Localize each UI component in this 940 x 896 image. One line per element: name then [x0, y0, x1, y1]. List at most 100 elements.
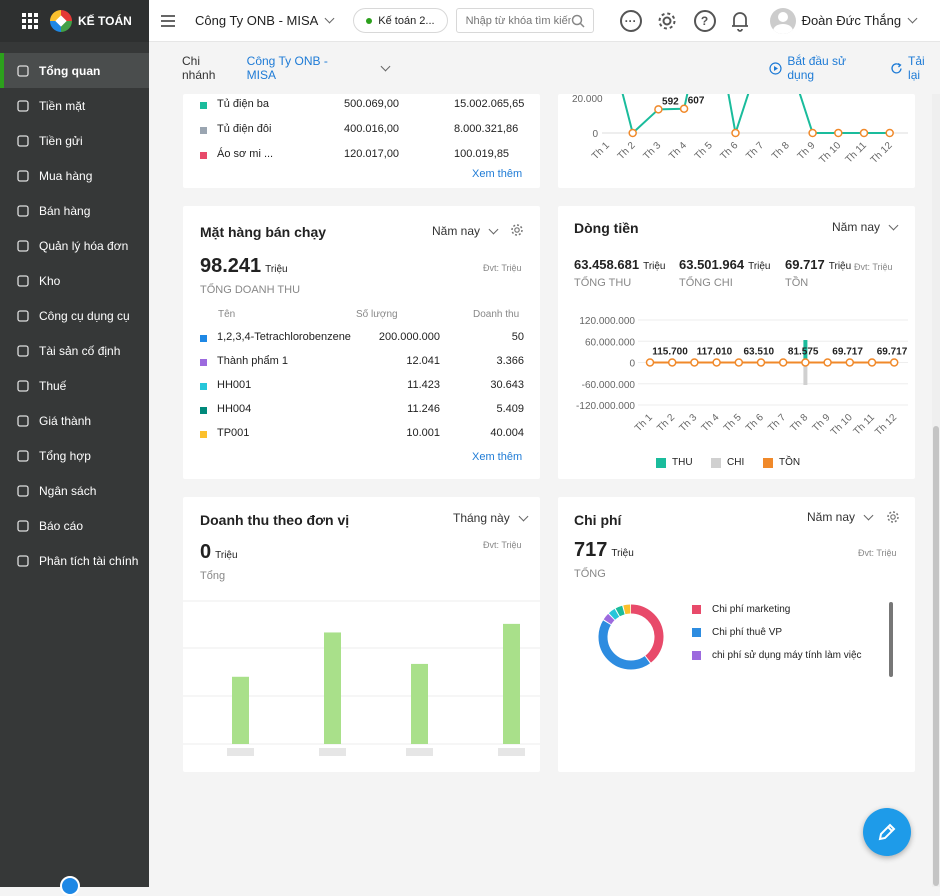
edit-fab-button[interactable]	[863, 808, 911, 856]
period-label: Năm nay	[832, 220, 880, 234]
sidebar-item-label: Giá thành	[39, 414, 91, 428]
best-sellers-card: Mặt hàng bán chạy Năm nay Đvt: Triệu 98.…	[183, 206, 540, 479]
user-menu-chevron-icon[interactable]	[908, 14, 918, 24]
sidebar-item-12[interactable]: Ngân sách	[0, 473, 149, 508]
legend-swatch	[200, 127, 207, 134]
ton-point	[758, 359, 765, 366]
analytics-icon	[16, 554, 30, 568]
see-more-link[interactable]: Xem thêm	[472, 451, 522, 463]
sidebar-item-label: Tổng hợp	[39, 449, 91, 463]
expenses-period-select[interactable]: Năm nay	[807, 510, 872, 524]
search-input[interactable]	[466, 15, 571, 27]
branch-value[interactable]: Công Ty ONB - MISA	[247, 54, 361, 82]
kpi-label: TỒN	[785, 277, 808, 289]
sidebar-item-label: Bán hàng	[39, 204, 90, 218]
gear-icon[interactable]	[886, 510, 900, 524]
reload-button[interactable]: Tải lại	[890, 54, 940, 82]
sidebar-item-8[interactable]: Tài sản cố định	[0, 333, 149, 368]
money-bag-icon	[16, 99, 30, 113]
x-tick-placeholder	[498, 748, 525, 756]
product-revenue: 30.643	[490, 379, 524, 391]
kpi-value: 63.501.964Triệu	[679, 257, 771, 272]
more-options-icon[interactable]: ···	[620, 10, 642, 32]
avatar[interactable]	[770, 8, 796, 34]
user-name[interactable]: Đoàn Đức Thắng	[802, 13, 902, 28]
sidebar-item-6[interactable]: Kho	[0, 263, 149, 298]
revenue-period-select[interactable]: Tháng này	[453, 511, 527, 525]
legend-label: TỒN	[779, 457, 800, 468]
sidebar-item-0[interactable]: Tổng quan	[0, 53, 149, 88]
sidebar-item-label: Thuế	[39, 379, 66, 393]
sidebar-item-label: Báo cáo	[39, 519, 83, 533]
top-right-card: 20.00002.5035926073.554Th 1Th 2Th 3Th 4T…	[558, 94, 915, 188]
sidebar-item-label: Kho	[39, 274, 60, 288]
bank-icon	[16, 134, 30, 148]
x-tick-label: Th 7	[766, 412, 788, 434]
sidebar-item-9[interactable]: Thuế	[0, 368, 149, 403]
sidebar-item-10[interactable]: Giá thành	[0, 403, 149, 438]
help-icon[interactable]: ?	[694, 10, 716, 32]
sidebar-item-1[interactable]: Tiền mặt	[0, 88, 149, 123]
sidebar-item-4[interactable]: Bán hàng	[0, 193, 149, 228]
page-scrollbar[interactable]	[932, 94, 940, 887]
gear-icon[interactable]	[656, 10, 678, 32]
sidebar-item-3[interactable]: Mua hàng	[0, 158, 149, 193]
product-qty: 12.041	[406, 355, 440, 367]
expenses-donut-chart	[596, 602, 666, 672]
sidebar-item-13[interactable]: Báo cáo	[0, 508, 149, 543]
hamburger-menu-icon[interactable]	[161, 12, 175, 30]
gear-icon[interactable]	[510, 223, 524, 237]
tag-icon	[16, 414, 30, 428]
company-name: Công Ty ONB - MISA	[195, 13, 318, 28]
sidebar-item-14[interactable]: Phân tích tài chính	[0, 543, 149, 578]
app-grid-icon[interactable]	[22, 13, 38, 29]
help-badge-icon[interactable]	[60, 876, 80, 896]
legend-label: THU	[672, 457, 693, 468]
product-qty: 11.246	[407, 403, 440, 415]
legend-swatch	[692, 651, 701, 660]
brand[interactable]: KẾ TOÁN	[50, 10, 132, 32]
chevron-down-icon	[889, 220, 899, 230]
item-value: 15.002.065,65	[454, 98, 524, 110]
x-tick-placeholder	[406, 748, 433, 756]
total-number: 98.241	[200, 255, 261, 277]
data-point	[732, 130, 739, 137]
start-button[interactable]: Bắt đầu sử dụng	[769, 54, 876, 82]
sidebar-item-11[interactable]: Tổng hợp	[0, 438, 149, 473]
ton-point	[802, 359, 809, 366]
cash-flow-period-select[interactable]: Năm nay	[832, 220, 897, 234]
company-selector[interactable]: Công Ty ONB - MISA	[195, 13, 333, 28]
see-more-link[interactable]: Xem thêm	[472, 168, 522, 180]
x-tick-label: Th 4	[667, 140, 689, 162]
chevron-down-icon	[864, 510, 874, 520]
legend-scrollbar[interactable]	[889, 602, 893, 677]
sidebar-item-5[interactable]: Quản lý hóa đơn	[0, 228, 149, 263]
monthly-line-chart: 20.00002.5035926073.554Th 1Th 2Th 3Th 4T…	[558, 94, 915, 188]
sidebar-item-2[interactable]: Tiền gửi	[0, 123, 149, 158]
sidebar-item-label: Phân tích tài chính	[39, 554, 138, 568]
legend-swatch	[711, 458, 721, 468]
sidebar-item-label: Tài sản cố định	[39, 344, 120, 358]
branch-chevron-icon[interactable]	[381, 61, 391, 71]
total-unit: Triệu	[215, 550, 237, 561]
product-qty: 200.000.000	[379, 331, 440, 343]
sidebar-item-7[interactable]: Công cụ dụng cụ	[0, 298, 149, 333]
role-selector[interactable]: Kế toán 2...	[353, 8, 447, 33]
kpi-label: TỔNG THU	[574, 277, 631, 289]
legend-swatch	[200, 335, 207, 342]
bell-icon[interactable]	[730, 10, 750, 32]
legend-label: Chi phí thuê VP	[712, 627, 782, 638]
data-point	[809, 130, 816, 137]
x-tick-label: Th 11	[844, 140, 870, 166]
data-label: 115.700	[652, 346, 688, 357]
data-point	[681, 105, 688, 112]
x-tick-label: Th 8	[788, 412, 810, 434]
x-tick-label: Th 5	[693, 140, 715, 162]
search-icon[interactable]	[571, 14, 585, 28]
reload-label: Tải lại	[908, 54, 940, 82]
best-sellers-period-select[interactable]: Năm nay	[432, 224, 497, 238]
revenue-by-unit-title: Doanh thu theo đơn vị	[200, 512, 349, 528]
search-box[interactable]	[456, 8, 594, 33]
sidebar-item-label: Công cụ dụng cụ	[39, 309, 130, 323]
shopping-bag-icon	[16, 169, 30, 183]
